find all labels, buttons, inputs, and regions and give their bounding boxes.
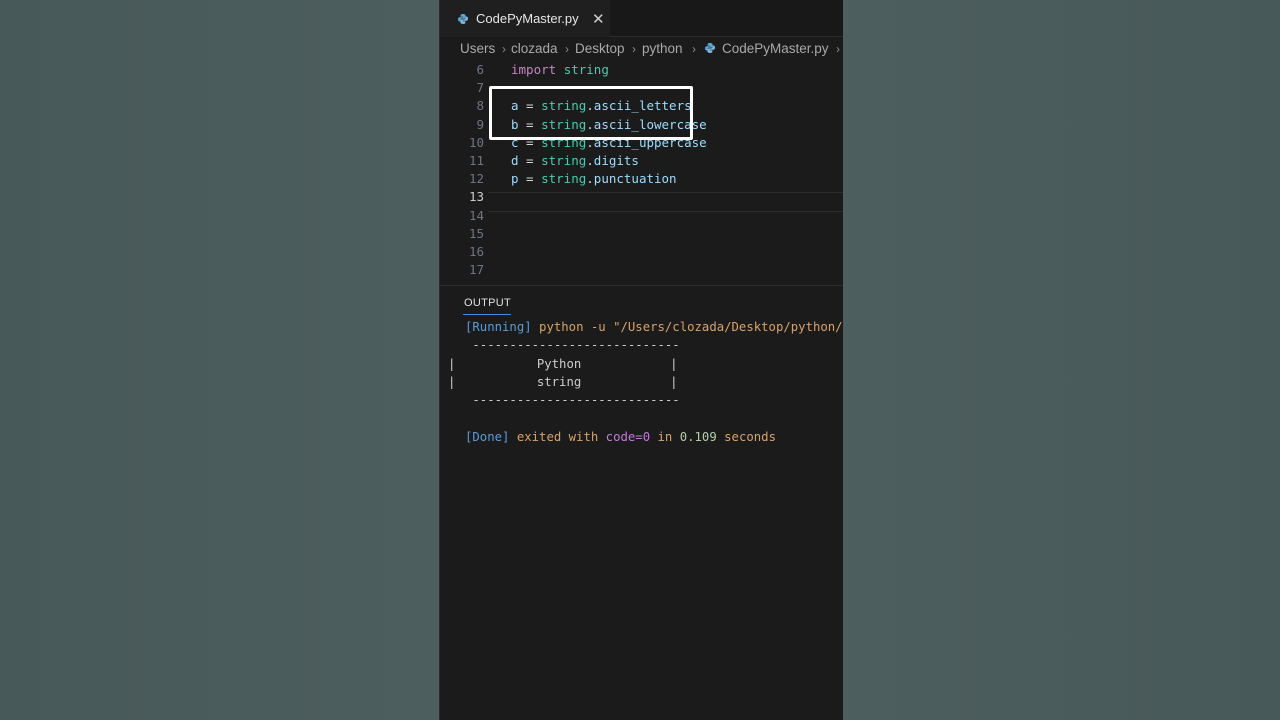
code-editor-window: CodePyMaster.py ✕ Users › clozada › Desk… bbox=[439, 0, 843, 720]
code-token: = bbox=[518, 153, 542, 168]
line-number: 8 bbox=[476, 98, 484, 114]
breadcrumb: Users › clozada › Desktop › python › Cod… bbox=[440, 36, 843, 60]
line-number: 10 bbox=[468, 134, 484, 150]
breadcrumb-item-clozada[interactable]: clozada bbox=[511, 41, 558, 56]
panel-divider bbox=[440, 285, 843, 286]
output-box-line-1: | Python | bbox=[448, 357, 678, 371]
annotation-highlight-box bbox=[489, 86, 693, 140]
breadcrumb-item-python[interactable]: python bbox=[642, 41, 683, 56]
code-text: d = string.digits bbox=[511, 153, 639, 168]
running-command: python -u "/Users/clozada/Desktop/python… bbox=[539, 320, 843, 334]
code-token: digits bbox=[593, 153, 639, 168]
line-number: 14 bbox=[468, 207, 484, 223]
chevron-right-icon: › bbox=[692, 42, 696, 56]
code-text: p = string.punctuation bbox=[511, 171, 677, 186]
python-file-icon bbox=[458, 14, 468, 24]
code-token: string bbox=[563, 62, 609, 77]
done-tag: [Done] bbox=[465, 430, 510, 444]
line-number: 7 bbox=[476, 80, 484, 96]
line-number: 15 bbox=[468, 225, 484, 241]
code-token: punctuation bbox=[593, 171, 677, 187]
line-number: 11 bbox=[468, 153, 484, 168]
output-box-bottom: ---------------------------- bbox=[465, 393, 680, 407]
code-token: . bbox=[586, 153, 594, 168]
code-line[interactable]: 13 bbox=[440, 189, 843, 207]
done-text: seconds bbox=[724, 430, 776, 444]
code-token: d bbox=[511, 153, 519, 168]
line-number: 17 bbox=[468, 262, 484, 278]
output-running-line: [Running] python -u "/Users/clozada/Desk… bbox=[465, 320, 843, 334]
chevron-right-icon: › bbox=[565, 42, 569, 56]
elapsed-time: 0.109 bbox=[679, 430, 717, 444]
code-token: = bbox=[518, 171, 542, 187]
code-line[interactable]: 15 bbox=[440, 226, 843, 244]
tab-codepymaster[interactable]: CodePyMaster.py ✕ bbox=[440, 0, 610, 37]
code-token: string bbox=[541, 171, 587, 187]
active-tab-indicator bbox=[463, 314, 511, 315]
output-done-line: [Done] exited with code=0 in 0.109 secon… bbox=[465, 430, 776, 444]
done-text: exited with bbox=[516, 430, 599, 444]
output-box-line-2: | string | bbox=[448, 375, 678, 389]
code-token: . bbox=[586, 171, 594, 187]
breadcrumb-item-users[interactable]: Users bbox=[460, 41, 495, 56]
code-token: p bbox=[511, 171, 519, 187]
line-number: 13 bbox=[468, 189, 484, 205]
code-line[interactable]: 14 bbox=[440, 208, 843, 226]
code-line[interactable]: 11 d = string.digits bbox=[440, 153, 843, 171]
close-icon[interactable]: ✕ bbox=[592, 10, 605, 28]
line-number: 12 bbox=[468, 171, 484, 187]
code-text: import string bbox=[511, 62, 609, 77]
chevron-right-icon: › bbox=[502, 42, 506, 56]
breadcrumb-item-file[interactable]: CodePyMaster.py bbox=[722, 41, 829, 56]
chevron-right-icon: › bbox=[632, 42, 636, 56]
output-box-top: ---------------------------- bbox=[465, 338, 680, 352]
chevron-right-icon: › bbox=[836, 42, 840, 56]
done-text: in bbox=[657, 430, 673, 444]
breadcrumb-item-desktop[interactable]: Desktop bbox=[575, 41, 625, 56]
line-number: 9 bbox=[476, 116, 484, 132]
line-number: 6 bbox=[476, 62, 484, 77]
code-line[interactable]: 16 bbox=[440, 244, 843, 262]
line-number: 16 bbox=[468, 244, 484, 259]
code-line[interactable]: 12 p = string.punctuation bbox=[440, 171, 843, 189]
tab-bar: CodePyMaster.py ✕ bbox=[440, 0, 843, 37]
code-line[interactable]: 17 bbox=[440, 262, 843, 280]
exit-code: code=0 bbox=[605, 430, 651, 444]
tab-label: CodePyMaster.py bbox=[476, 11, 579, 26]
tab-output[interactable]: OUTPUT bbox=[464, 297, 511, 309]
code-token: import bbox=[511, 62, 557, 77]
python-file-icon bbox=[705, 43, 715, 53]
running-tag: [Running] bbox=[465, 320, 532, 334]
code-token: string bbox=[541, 153, 587, 168]
code-line[interactable]: 6 import string bbox=[440, 62, 843, 80]
